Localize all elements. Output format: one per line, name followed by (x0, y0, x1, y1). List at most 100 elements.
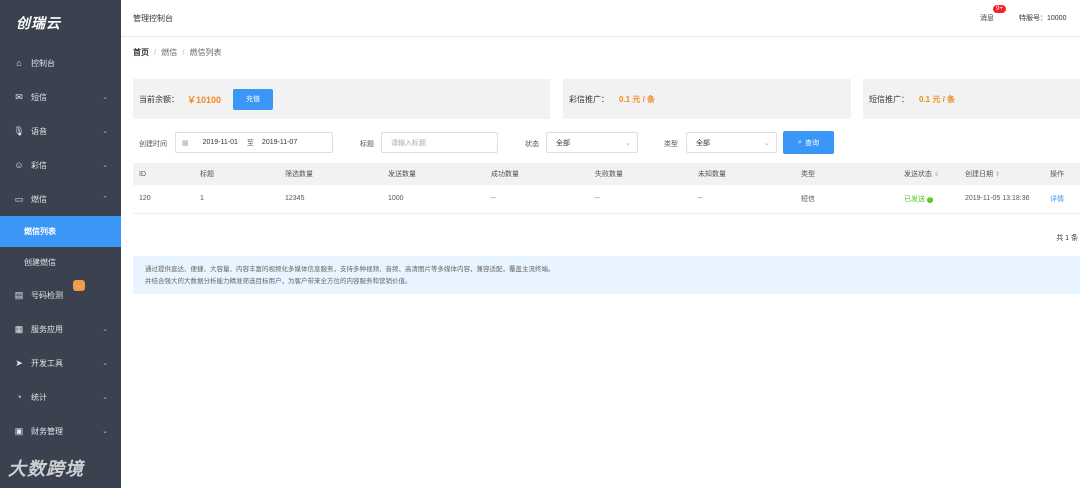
sidebar-item-label: 语音 (31, 126, 47, 136)
sidebar-item-voice[interactable]: 🎙 语音 ⌄ (0, 114, 121, 148)
send-icon: ➤ (15, 357, 23, 368)
title-input[interactable]: 请输入标题 (381, 132, 498, 153)
sidebar-item-label: 服务应用 (31, 324, 63, 334)
sidebar: 创瑞云 ⌂ 控制台 ✉ 短信 ⌄ 🎙 语音 ⌄ ☺ 彩信 ⌄ ▭ 燃信 ⌃ 燃信… (0, 0, 121, 488)
messages-link[interactable]: 消息 (980, 13, 994, 23)
title-filter-label: 标题 (360, 141, 374, 148)
type-select-value: 全部 (696, 139, 710, 147)
column-header: 未知数量 (692, 163, 795, 185)
breadcrumb-home[interactable]: 首页 (133, 48, 149, 57)
wallet-icon: ▣ (14, 425, 24, 436)
column-header: 筛选数量 (279, 163, 382, 185)
chevron-down-icon: ⌄ (102, 326, 108, 333)
sidebar-item-services[interactable]: ▦ 服务应用 ⌄ (0, 312, 121, 346)
sidebar-subitem-create-ranxin[interactable]: 创建燃信 (0, 247, 121, 278)
date-range-picker[interactable]: ▦ 2019-11-01 至 2019-11-07 (175, 132, 333, 153)
column-header-sortable[interactable]: 发送状态 ⇕ (898, 163, 959, 185)
sidebar-subitem-label: 燃信列表 (24, 227, 56, 236)
sort-icon[interactable]: ⇕ (934, 172, 939, 178)
sidebar-item-label: 彩信 (31, 160, 47, 170)
sidebar-item-number-check[interactable]: ▤ 号码检测 … (0, 278, 121, 312)
column-header: 成功数量 (485, 163, 589, 185)
home-icon: ⌂ (16, 58, 22, 68)
sms-promo-price: 0.1 元 / 条 (919, 94, 956, 104)
status-filter-label: 状态 (525, 141, 539, 148)
info-note-line: 通过提供直达、便捷、大容量、内容丰富的视频化多媒体信息服务，支持多种视频、音频、… (145, 266, 555, 273)
mail-icon: ✉ (15, 91, 23, 102)
breadcrumb-separator: / (154, 48, 157, 57)
column-header: 操作 (1044, 163, 1080, 185)
sidebar-item-label: 财务管理 (31, 426, 63, 436)
table-row: 120 1 12345 1000 -- -- -- 短信 已发送! 2019-1… (133, 185, 1080, 214)
sidebar-item-label: 短信 (31, 92, 47, 102)
column-header: 标题 (194, 163, 279, 185)
chevron-down-icon: ⌄ (102, 360, 108, 367)
type-filter-label: 类型 (664, 141, 678, 148)
breadcrumb-separator: / (182, 48, 185, 57)
sidebar-item-label: 统计 (31, 392, 47, 402)
chevron-down-icon: ⌄ (102, 94, 108, 101)
column-header-label: 发送状态 (904, 171, 932, 178)
column-header-label: 创建日期 (965, 171, 993, 178)
sidebar-item-ranxin[interactable]: ▭ 燃信 ⌃ (0, 182, 121, 216)
pagination-total: 共 1 条 (1056, 235, 1078, 242)
chat-icon: ▭ (14, 193, 24, 204)
column-header-sortable[interactable]: 创建日期 ⇕ (959, 163, 1044, 185)
column-header: 类型 (795, 163, 898, 185)
column-header: 失败数量 (589, 163, 692, 185)
sidebar-item-label: 开发工具 (31, 358, 63, 368)
bubble-icon: … (73, 280, 85, 291)
box-icon: ▤ (14, 289, 24, 300)
status-select[interactable]: 全部 ⌄ (546, 132, 638, 153)
sidebar-subitem-label: 创建燃信 (24, 258, 56, 267)
sms-promo-label: 短信推广： (869, 94, 909, 104)
balance-label: 当前余额： (139, 94, 179, 104)
chevron-down-icon: ⌄ (102, 394, 108, 401)
search-icon: ⌕ (798, 138, 802, 146)
sidebar-item-sms[interactable]: ✉ 短信 ⌄ (0, 80, 121, 114)
table-cell: 120 (133, 185, 194, 214)
sidebar-item-console[interactable]: ⌂ 控制台 (0, 46, 121, 80)
recharge-button[interactable]: 充值 (233, 88, 274, 110)
balance-card: 当前余额： ￥10100 充值 (133, 79, 550, 119)
pie-icon: ◔ (16, 392, 22, 402)
calendar-icon: ▦ (182, 139, 189, 147)
table-cell: -- (589, 185, 692, 214)
sms-promo-card: 短信推广： 0.1 元 / 条 (863, 79, 1080, 119)
detail-link[interactable]: 详情 (1044, 185, 1080, 214)
table-cell: 短信 (795, 185, 898, 214)
sidebar-subitem-ranxin-list[interactable]: 燃信列表 (0, 216, 121, 247)
sidebar-item-dev-tools[interactable]: ➤ 开发工具 ⌄ (0, 346, 121, 380)
search-button-label: 查询 (804, 139, 819, 147)
chevron-down-icon: ⌄ (102, 428, 108, 435)
date-from: 2019-11-01 (202, 139, 238, 146)
status-select-value: 全部 (556, 139, 570, 147)
sort-icon[interactable]: ⇕ (995, 172, 1000, 178)
breadcrumb: 首页 / 燃信 / 燃信列表 (133, 47, 221, 58)
sidebar-item-mms[interactable]: ☺ 彩信 ⌄ (0, 148, 121, 182)
topbar: 管理控制台 消息 9+ 特服号：10000 (121, 0, 1080, 37)
table-cell: -- (692, 185, 795, 214)
sidebar-item-stats[interactable]: ◔ 统计 ⌄ (0, 380, 121, 414)
watermark: 大数跨境 (8, 459, 84, 479)
column-header: ID (133, 163, 194, 185)
messages-badge: 9+ (993, 5, 1006, 13)
type-select[interactable]: 全部 ⌄ (686, 132, 777, 153)
mms-promo-label: 彩信推广： (569, 94, 609, 104)
table-header-row: ID 标题 筛选数量 发送数量 成功数量 失败数量 未知数量 类型 发送状态 ⇕ … (133, 163, 1080, 185)
balance-value: ￥10100 (187, 94, 222, 105)
sidebar-item-label: 号码检测 (31, 290, 63, 300)
chevron-down-icon: ⌄ (102, 128, 108, 135)
smile-icon: ☺ (14, 160, 24, 170)
breadcrumb-current: 燃信列表 (189, 48, 222, 57)
mms-promo-price: 0.1 元 / 条 (619, 94, 656, 104)
mms-promo-card: 彩信推广： 0.1 元 / 条 (563, 79, 851, 119)
search-button[interactable]: ⌕ 查询 (783, 131, 834, 154)
microphone-icon: 🎙 (13, 125, 25, 136)
breadcrumb-ranxin[interactable]: 燃信 (161, 48, 177, 57)
filter-bar: 创建时间 ▦ 2019-11-01 至 2019-11-07 标题 请输入标题 … (121, 131, 1080, 155)
chevron-down-icon: ⌄ (625, 139, 631, 147)
sidebar-item-finance[interactable]: ▣ 财务管理 ⌄ (0, 414, 121, 448)
table-cell: 1 (194, 185, 279, 214)
sidebar-item-label: 燃信 (31, 194, 47, 204)
